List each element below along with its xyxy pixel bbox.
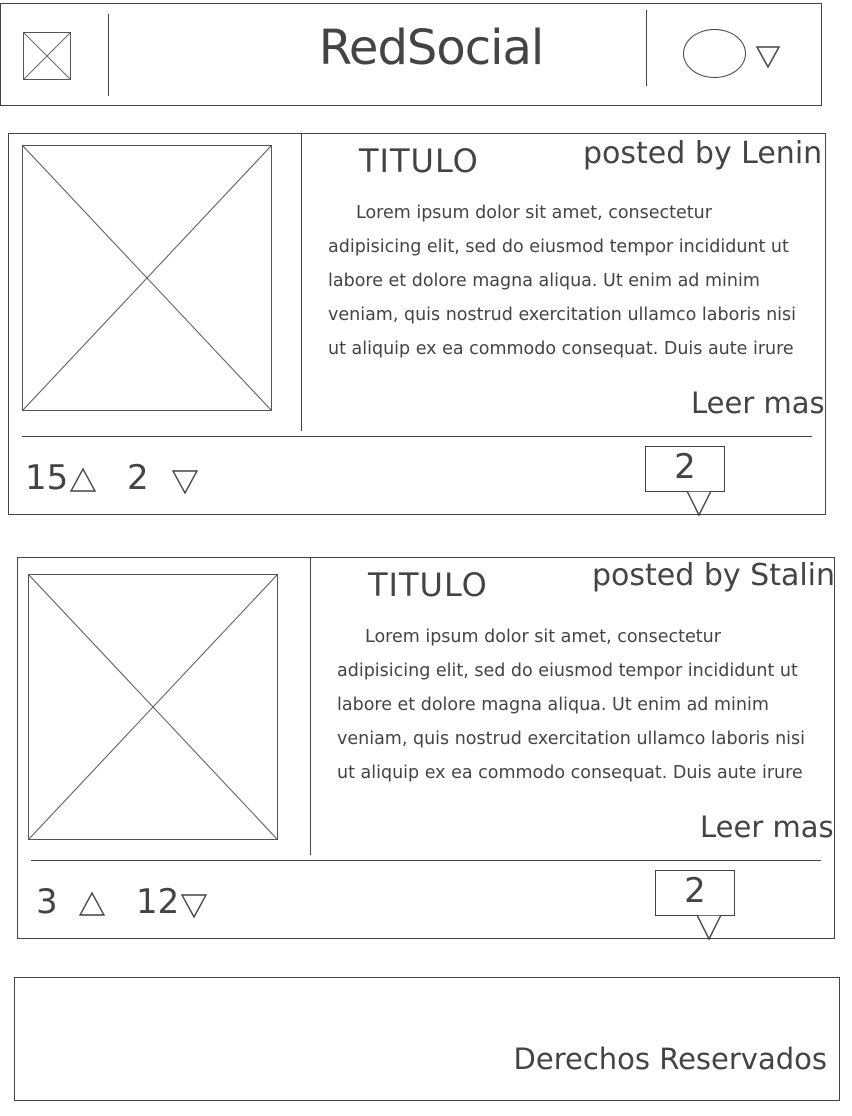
post-separator: [22, 436, 812, 437]
post-title[interactable]: TITULO: [359, 142, 479, 180]
downvote-count: 2: [127, 458, 149, 498]
post-author[interactable]: posted by Lenin: [583, 136, 822, 171]
header-divider: [108, 14, 109, 96]
comments-button[interactable]: 2: [645, 446, 725, 492]
post-image-placeholder-icon[interactable]: [28, 574, 278, 840]
user-avatar-icon[interactable]: [683, 29, 746, 78]
comments-button[interactable]: 2: [655, 870, 735, 916]
post-divider: [301, 134, 302, 431]
upvote-count: 3: [36, 882, 58, 922]
downvote-icon[interactable]: [180, 892, 208, 920]
post-separator: [31, 860, 821, 861]
post-image-placeholder-icon[interactable]: [22, 145, 272, 411]
post-title[interactable]: TITULO: [368, 566, 488, 604]
upvote-icon[interactable]: [78, 890, 106, 918]
site-header: RedSocial: [0, 3, 822, 106]
logo-image-placeholder-icon[interactable]: [23, 32, 71, 80]
upvote-count: 15: [25, 458, 69, 498]
brand-title[interactable]: RedSocial: [301, 20, 561, 76]
post-body: Lorem ipsum dolor sit amet, consectetur …: [328, 203, 797, 359]
read-more-link[interactable]: Leer mas: [700, 810, 834, 844]
read-more-link[interactable]: Leer mas: [691, 386, 825, 420]
post-divider: [310, 558, 311, 855]
upvote-icon[interactable]: [69, 466, 97, 494]
header-divider: [646, 10, 647, 86]
post-author[interactable]: posted by Stalin: [592, 558, 835, 593]
post-card: TITULO posted by Lenin Lorem ipsum dolor…: [8, 133, 826, 517]
comment-bubble-tail-icon: [686, 491, 712, 517]
post-body: Lorem ipsum dolor sit amet, consectetur …: [337, 627, 806, 783]
copyright-text: Derechos Reservados: [513, 1042, 827, 1076]
comment-bubble-tail-icon: [696, 915, 722, 941]
post-card: TITULO posted by Stalin Lorem ipsum dolo…: [17, 557, 835, 941]
site-footer: Derechos Reservados: [14, 977, 840, 1101]
downvote-icon[interactable]: [171, 468, 199, 496]
downvote-count: 12: [136, 882, 180, 922]
chevron-down-icon[interactable]: [755, 44, 781, 70]
